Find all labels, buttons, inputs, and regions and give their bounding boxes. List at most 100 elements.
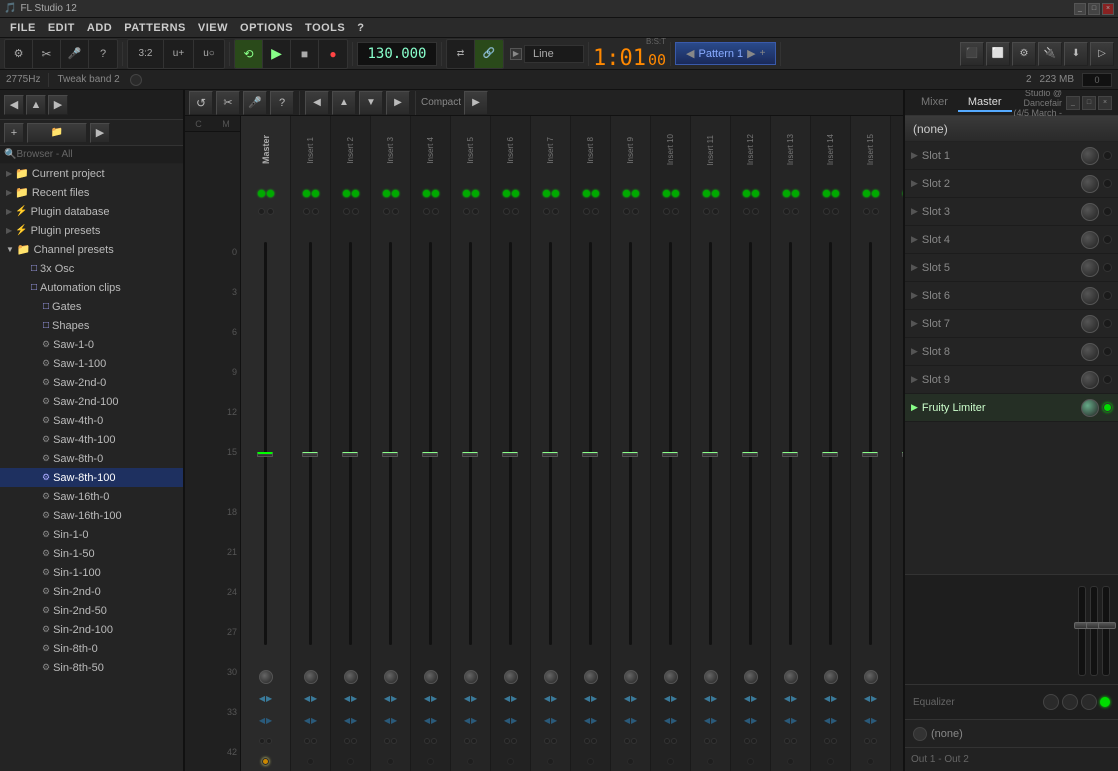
send-dot[interactable] — [267, 190, 274, 197]
small-send-dot[interactable] — [384, 738, 390, 744]
ch-bottom-dot[interactable] — [787, 758, 794, 765]
tweak-knob[interactable] — [130, 74, 142, 86]
ch-arrow-btn-2[interactable]: ▶ — [671, 716, 677, 725]
ch-arrow-btn-2[interactable]: ▶ — [831, 716, 837, 725]
btn-play[interactable]: ▶ — [263, 40, 291, 68]
fx-slot-5[interactable]: ▶ Slot 5 — [905, 254, 1118, 282]
send-dot[interactable] — [752, 190, 759, 197]
ch-fader-cell[interactable] — [531, 220, 570, 667]
ch-arrow-btn-2[interactable]: ◀ — [584, 716, 590, 725]
send-dot[interactable] — [663, 190, 670, 197]
menu-view[interactable]: VIEW — [192, 18, 234, 37]
ch-arrow-btn[interactable]: ◀ — [584, 694, 590, 703]
channel-6[interactable]: Insert 6◀▶◀▶ — [491, 116, 531, 771]
ch-arrow-btn-2[interactable]: ◀ — [704, 716, 710, 725]
send-dot[interactable] — [472, 190, 479, 197]
ch-arrow-btn[interactable]: ▶ — [551, 694, 557, 703]
slot-led[interactable] — [1103, 235, 1112, 244]
tool-btn-3[interactable]: 🎤 — [61, 40, 89, 68]
channel-13[interactable]: Insert 13◀▶◀▶ — [771, 116, 811, 771]
ch-arrow-btn[interactable]: ▶ — [591, 694, 597, 703]
send-dot[interactable] — [872, 190, 879, 197]
btn-stop[interactable]: ■ — [291, 40, 319, 68]
ch-vol-knob[interactable] — [824, 670, 838, 684]
btn-mode1[interactable]: ⇄ — [447, 40, 475, 68]
menu-patterns[interactable]: PATTERNS — [118, 18, 192, 37]
ch-bottom-dot[interactable] — [867, 758, 874, 765]
ch-fader-cell[interactable] — [241, 220, 290, 667]
ch-bottom-dot[interactable] — [307, 758, 314, 765]
ch-arrow-btn-2[interactable]: ◀ — [784, 716, 790, 725]
browser-item-saw-8th-0[interactable]: ⚙ Saw-8th-0 — [0, 449, 183, 468]
small-send-dot[interactable] — [344, 738, 350, 744]
ch-vol-knob[interactable] — [584, 670, 598, 684]
fruity-limiter-led[interactable] — [1103, 403, 1112, 412]
eq-btn-2[interactable] — [1062, 694, 1078, 710]
send-dot[interactable] — [432, 190, 439, 197]
browser-item-sin-1-100[interactable]: ⚙ Sin-1-100 — [0, 563, 183, 582]
btn-tr3[interactable]: ⚙ — [1012, 42, 1036, 66]
slot-knob[interactable] — [1081, 371, 1099, 389]
ch-arrow-btn-2[interactable]: ◀ — [384, 716, 390, 725]
channel-15[interactable]: Insert 15◀▶◀▶ — [851, 116, 891, 771]
menu-tools[interactable]: TOOLS — [299, 18, 351, 37]
ch-vol-knob[interactable] — [784, 670, 798, 684]
small-send-dot[interactable] — [511, 738, 517, 744]
menu-file[interactable]: FILE — [4, 18, 42, 37]
recv-dot[interactable] — [503, 208, 510, 215]
mixer-btn-refresh[interactable]: ↺ — [189, 91, 213, 115]
browser-folder-btn[interactable]: 📁 — [27, 123, 87, 143]
ch-arrow-btn[interactable]: ◀ — [424, 694, 430, 703]
channel-7[interactable]: Insert 7◀▶◀▶ — [531, 116, 571, 771]
ch-fader-cell[interactable] — [771, 220, 810, 667]
channel-master[interactable]: Master◀▶◀▶ — [241, 116, 291, 771]
fx-slot-7[interactable]: ▶ Slot 7 — [905, 310, 1118, 338]
recv-dot[interactable] — [743, 208, 750, 215]
channel-16[interactable]: Insert 16◀▶◀▶ — [891, 116, 903, 771]
small-send-dot[interactable] — [671, 738, 677, 744]
btn-tr2[interactable]: ⬜ — [986, 42, 1010, 66]
ch-bottom-dot[interactable] — [427, 758, 434, 765]
ch-arrow-btn-2[interactable]: ▶ — [266, 716, 272, 725]
browser-item-channel-presets[interactable]: ▼ 📁 Channel presets — [0, 240, 183, 259]
btn-beat-counter[interactable]: 3:2 — [128, 40, 164, 68]
pattern-arrow-right[interactable]: ▶ — [747, 47, 755, 60]
fx-tab-mixer[interactable]: Mixer — [911, 94, 958, 112]
send-dot[interactable] — [423, 190, 430, 197]
recv-dot[interactable] — [258, 208, 265, 215]
fx-slot-9[interactable]: ▶ Slot 9 — [905, 366, 1118, 394]
send-dot[interactable] — [863, 190, 870, 197]
close-button[interactable]: × — [1102, 3, 1114, 15]
browser-item-automation[interactable]: □ Automation clips — [0, 278, 183, 297]
fx-slot-6[interactable]: ▶ Slot 6 — [905, 282, 1118, 310]
ch-fader-cell[interactable] — [331, 220, 370, 667]
recv-dot[interactable] — [583, 208, 590, 215]
ch-fader-cell[interactable] — [651, 220, 690, 667]
recv-dot[interactable] — [623, 208, 630, 215]
browser-item-plugin-db[interactable]: ▶ ⚡ Plugin database — [0, 202, 183, 221]
slot-led[interactable] — [1103, 347, 1112, 356]
mixer-btn-help[interactable]: ? — [270, 91, 294, 115]
fx-fader-2[interactable] — [1090, 586, 1098, 676]
ch-fader-cell[interactable] — [891, 220, 903, 667]
ch-vol-knob[interactable] — [864, 670, 878, 684]
ch-fader-cell[interactable] — [731, 220, 770, 667]
small-send-dot[interactable] — [584, 738, 590, 744]
browser-item-saw-16th-100[interactable]: ⚙ Saw-16th-100 — [0, 506, 183, 525]
browser-item-sin-2nd-50[interactable]: ⚙ Sin-2nd-50 — [0, 601, 183, 620]
recv-dot[interactable] — [752, 208, 759, 215]
browser-item-saw-8th-100[interactable]: ⚙ Saw-8th-100 — [0, 468, 183, 487]
ch-arrow-btn-2[interactable]: ▶ — [311, 716, 317, 725]
recv-dot[interactable] — [663, 208, 670, 215]
send-dot[interactable] — [592, 190, 599, 197]
ch-arrow-btn-2[interactable]: ▶ — [871, 716, 877, 725]
small-send-dot[interactable] — [471, 738, 477, 744]
small-send-dot[interactable] — [711, 738, 717, 744]
ch-fader-cell[interactable] — [451, 220, 490, 667]
ch-bottom-dot[interactable] — [387, 758, 394, 765]
ch-arrow-btn[interactable]: ▶ — [351, 694, 357, 703]
mixer-btn-left[interactable]: ◀ — [305, 91, 329, 115]
ch-arrow-btn[interactable]: ◀ — [824, 694, 830, 703]
small-send-dot[interactable] — [266, 738, 272, 744]
fx-tab-master[interactable]: Master — [958, 94, 1012, 112]
